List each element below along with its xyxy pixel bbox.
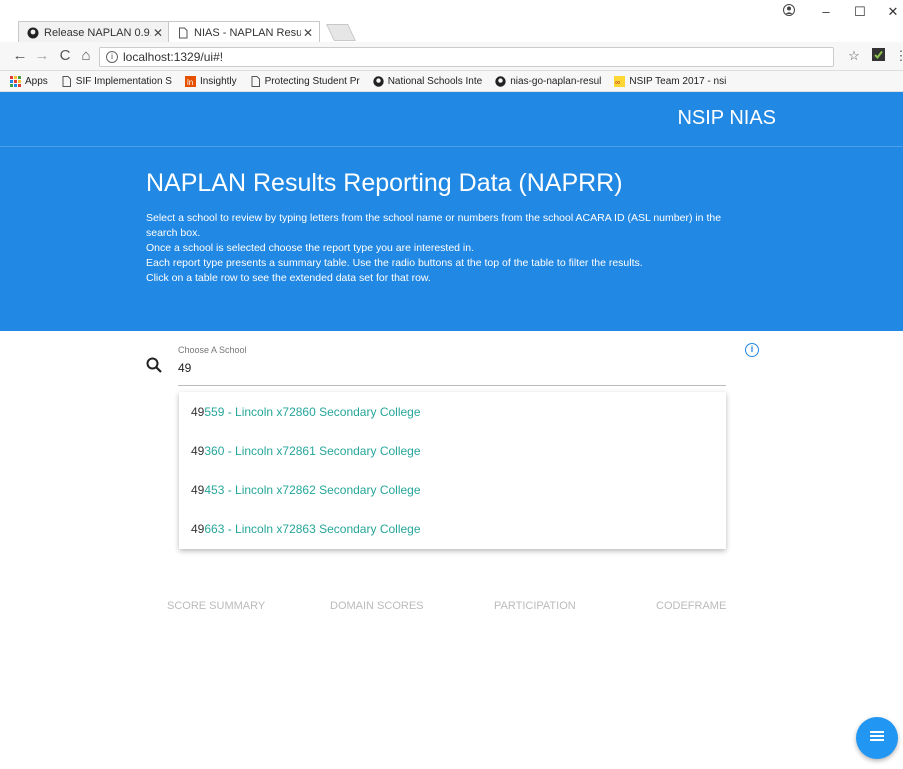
input-underline (178, 385, 726, 386)
bookmark-label: nias-go-naplan-resul (510, 75, 602, 87)
bookmark-sif[interactable]: SIF Implementation S (61, 75, 172, 87)
browser-toolbar: ← → C ⌂ i localhost:1329/ui#! ☆ ⋮ (0, 42, 903, 71)
bookmark-label: Insightly (199, 75, 237, 87)
github-icon (373, 75, 384, 87)
option-text: 559 - Lincoln x72860 Secondary College (204, 404, 421, 419)
page-title: NAPLAN Results Reporting Data (NAPRR) (146, 169, 623, 197)
maximize-icon[interactable]: ☐ (851, 4, 869, 20)
school-search-input[interactable]: 49 (178, 361, 191, 375)
window-close-icon[interactable]: ✕ (884, 4, 902, 20)
apps-grid-icon (10, 75, 21, 87)
bookmarks-bar: Apps SIF Implementation S ln Insightly P… (0, 71, 903, 92)
github-icon (27, 27, 39, 39)
description-line: search box. (146, 227, 201, 239)
minimize-icon[interactable]: – (817, 4, 835, 19)
option-text: 453 - Lincoln x72862 Secondary College (204, 482, 421, 497)
page-icon (177, 27, 189, 39)
bookmark-insightly[interactable]: ln Insightly (184, 75, 237, 87)
insightly-icon: ln (184, 75, 196, 87)
hero-banner: NAPLAN Results Reporting Data (NAPRR) Se… (0, 146, 903, 331)
profile-icon[interactable] (780, 4, 798, 19)
description-line: Click on a table row to see the extended… (146, 272, 431, 284)
bookmark-label: SIF Implementation S (75, 75, 172, 87)
url-text: localhost:1329/ui#! (123, 50, 224, 64)
close-icon[interactable]: ✕ (301, 26, 315, 40)
bookmark-nias-go[interactable]: nias-go-naplan-resul (495, 76, 601, 87)
tab-codeframe[interactable]: CODEFRAME (656, 600, 726, 612)
school-field-label: Choose A School (178, 345, 247, 355)
star-icon[interactable]: ☆ (846, 48, 862, 64)
page-icon (250, 75, 261, 87)
option-match: 49 (191, 404, 205, 419)
tab-title: NIAS - NAPLAN Results F (194, 26, 301, 39)
new-tab-button[interactable] (326, 24, 356, 41)
info-icon[interactable]: i (745, 343, 759, 357)
svg-text:∞: ∞ (615, 79, 620, 86)
tab-participation[interactable]: PARTICIPATION (494, 600, 576, 612)
svg-text:ln: ln (187, 78, 193, 87)
browser-tab-strip: Release NAPLAN 0.9.5 · n ✕ NIAS - NAPLAN… (0, 0, 903, 43)
description-line: Each report type presents a summary tabl… (146, 257, 643, 269)
option-text: 360 - Lincoln x72861 Secondary College (204, 443, 421, 458)
page-description: Select a school to review by typing lett… (146, 211, 786, 286)
app-header: NSIP NIAS (0, 92, 903, 146)
browser-tab-release[interactable]: Release NAPLAN 0.9.5 · n ✕ (18, 21, 170, 43)
bookmark-label: Apps (25, 75, 48, 87)
option-match: 49 (191, 482, 205, 497)
page-icon (61, 75, 72, 87)
option-match: 49 (191, 443, 205, 458)
autocomplete-dropdown: 49 559 - Lincoln x72860 Secondary College… (179, 392, 726, 549)
option-match: 49 (191, 521, 205, 536)
close-icon[interactable]: ✕ (151, 26, 165, 40)
site-info-icon[interactable]: i (106, 51, 118, 63)
autocomplete-option[interactable]: 49 663 - Lincoln x72863 Secondary College (179, 509, 726, 548)
autocomplete-option[interactable]: 49 453 - Lincoln x72862 Secondary College (179, 470, 726, 509)
home-icon[interactable]: ⌂ (78, 48, 94, 64)
tab-title: Release NAPLAN 0.9.5 · n (44, 26, 151, 39)
description-line: Select a school to review by typing lett… (146, 212, 722, 224)
autocomplete-option[interactable]: 49 559 - Lincoln x72860 Secondary College (179, 392, 726, 431)
github-icon (495, 75, 506, 87)
bookmark-protecting[interactable]: Protecting Student Pr (250, 75, 360, 87)
bookmark-nsip-team[interactable]: ∞ NSIP Team 2017 - nsi (614, 75, 727, 87)
reload-icon[interactable]: C (57, 48, 73, 64)
extension-icon[interactable] (870, 48, 886, 65)
infinity-icon: ∞ (614, 75, 626, 87)
menu-kebab-icon[interactable]: ⋮ (893, 48, 903, 64)
menu-fab-button[interactable] (856, 717, 898, 759)
back-icon[interactable]: ← (12, 48, 28, 64)
description-line: Once a school is selected choose the rep… (146, 242, 475, 254)
bookmark-label: Protecting Student Pr (264, 75, 360, 87)
forward-icon[interactable]: → (34, 48, 50, 64)
bookmark-apps[interactable]: Apps (10, 75, 48, 87)
menu-icon (870, 729, 884, 747)
address-bar[interactable]: i localhost:1329/ui#! (99, 47, 834, 67)
tab-score-summary[interactable]: SCORE SUMMARY (167, 600, 265, 612)
brand-logo[interactable]: NSIP NIAS (677, 107, 776, 130)
autocomplete-option[interactable]: 49 360 - Lincoln x72861 Secondary College (179, 431, 726, 470)
option-text: 663 - Lincoln x72863 Secondary College (204, 521, 421, 536)
browser-tab-nias[interactable]: NIAS - NAPLAN Results F ✕ (168, 21, 320, 43)
bookmark-label: National Schools Inte (387, 75, 483, 87)
bookmark-label: NSIP Team 2017 - nsi (629, 75, 727, 87)
search-icon (146, 357, 162, 373)
bookmark-national-schools[interactable]: National Schools Inte (373, 75, 483, 87)
tab-domain-scores[interactable]: DOMAIN SCORES (330, 600, 424, 612)
